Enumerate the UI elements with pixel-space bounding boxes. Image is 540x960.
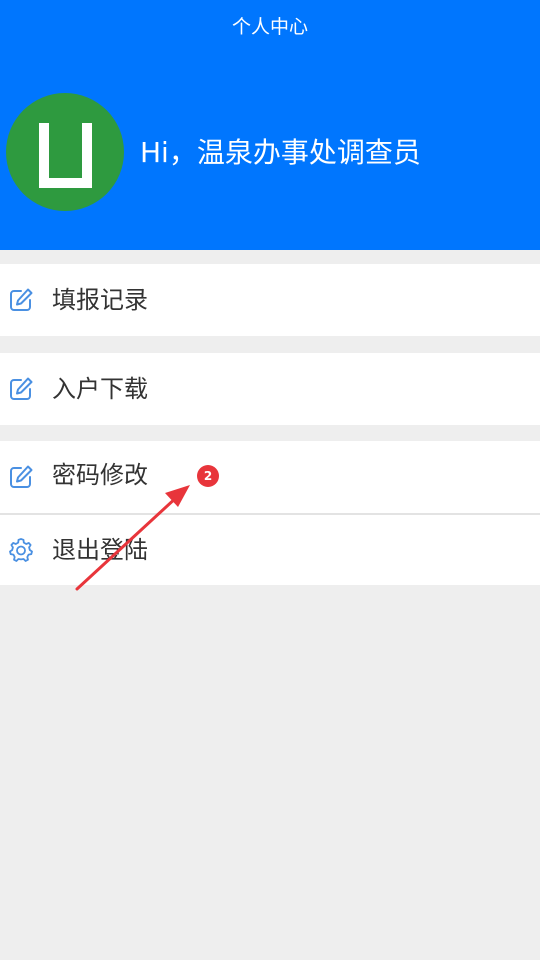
annotation-badge: 2 [197,465,219,487]
u-logo-icon [39,123,92,188]
menu-item-label: 填报记录 [52,286,148,314]
edit-icon [10,288,33,311]
profile-header: 个人中心 Hi，温泉办事处调查员 [0,0,540,250]
edit-icon [10,377,33,400]
page-title: 个人中心 [231,16,308,38]
menu-item-household-download[interactable]: 入户下载 [0,353,540,425]
edit-icon [10,465,33,488]
avatar[interactable] [6,93,124,211]
menu-item-fill-records[interactable]: 填报记录 [0,264,540,336]
menu-item-label: 入户下载 [52,375,148,403]
menu-item-label: 退出登陆 [52,536,148,564]
user-greeting: Hi，温泉办事处调查员 [140,136,421,169]
gear-icon [9,538,33,562]
menu-item-label: 密码修改 [52,461,148,489]
menu-item-change-password[interactable]: 密码修改 [0,441,540,513]
menu-item-logout[interactable]: 退出登陆 [0,515,540,585]
